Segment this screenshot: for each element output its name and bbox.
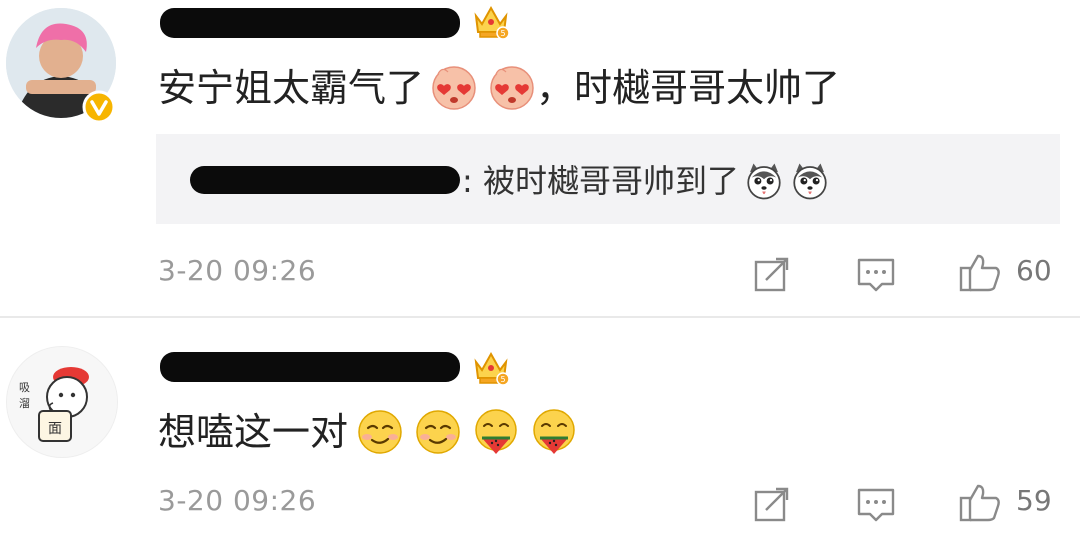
comment-text-suffix: ，时樾哥哥太帅了 bbox=[536, 66, 841, 110]
crown-vip-icon bbox=[472, 2, 510, 40]
svg-text:溜: 溜 bbox=[19, 396, 30, 410]
reply-username-redacted[interactable] bbox=[190, 166, 460, 194]
eating-watermelon-emoji bbox=[530, 408, 578, 456]
heart-eyes-emoji bbox=[488, 64, 536, 112]
smirk-emoji bbox=[356, 408, 404, 456]
like-count: 60 bbox=[1016, 254, 1052, 287]
svg-text:吸: 吸 bbox=[19, 381, 30, 394]
eating-watermelon-emoji bbox=[472, 408, 520, 456]
verified-badge-icon bbox=[82, 90, 116, 124]
comment-icon[interactable] bbox=[856, 254, 896, 294]
comment-item: 安宁姐太霸气了 ，时樾哥哥太帅了 : 被时樾哥哥帅到了 3-20 09:26 6… bbox=[0, 0, 1080, 318]
reply-text-content: : 被时樾哥哥帅到了 bbox=[462, 162, 739, 200]
reply-text: : 被时樾哥哥帅到了 bbox=[462, 160, 831, 202]
comment-text: 想嗑这一对 bbox=[158, 408, 578, 456]
comment-text: 安宁姐太霸气了 ，时樾哥哥太帅了 bbox=[158, 64, 840, 112]
like-count: 59 bbox=[1016, 484, 1052, 517]
avatar-cartoon: 面 吸 溜 bbox=[7, 347, 117, 457]
timestamp: 3-20 09:26 bbox=[158, 254, 317, 287]
svg-text:面: 面 bbox=[48, 421, 62, 437]
repost-icon[interactable] bbox=[752, 484, 792, 524]
username-redacted[interactable] bbox=[160, 8, 460, 38]
comment-icon[interactable] bbox=[856, 484, 896, 524]
avatar[interactable]: 面 吸 溜 bbox=[6, 346, 118, 458]
husky-emoji bbox=[743, 160, 785, 202]
comment-text-main: 想嗑这一对 bbox=[158, 410, 349, 454]
repost-icon[interactable] bbox=[752, 254, 792, 294]
like-icon[interactable] bbox=[958, 252, 1002, 292]
comment-text-main: 安宁姐太霸气了 bbox=[158, 66, 425, 110]
husky-emoji bbox=[789, 160, 831, 202]
timestamp: 3-20 09:26 bbox=[158, 484, 317, 517]
username-redacted[interactable] bbox=[160, 352, 460, 382]
smirk-emoji bbox=[414, 408, 462, 456]
like-icon[interactable] bbox=[958, 482, 1002, 522]
comment-item: 面 吸 溜 想嗑这一对 3-20 09:26 59 bbox=[0, 318, 1080, 542]
crown-vip-icon bbox=[472, 348, 510, 386]
heart-eyes-emoji bbox=[430, 64, 478, 112]
